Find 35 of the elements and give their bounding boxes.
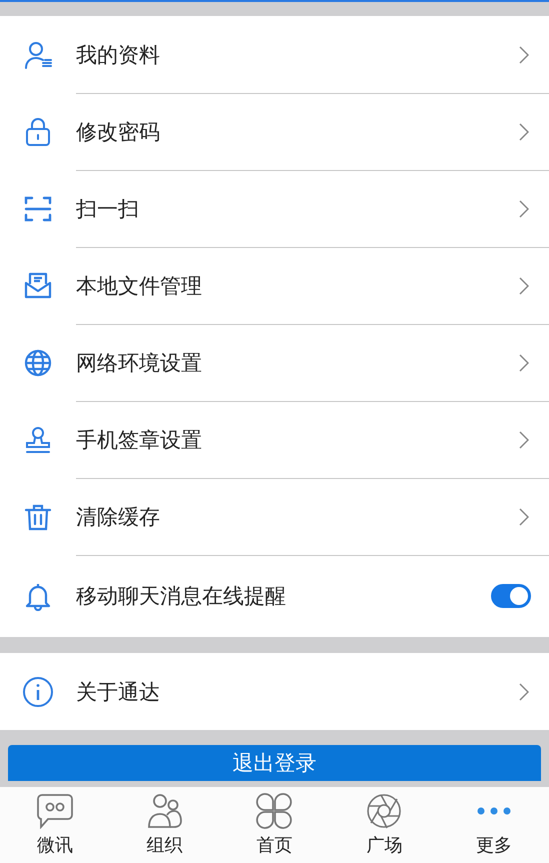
user-profile-icon — [23, 40, 53, 70]
tab-item[interactable]: 首页 — [220, 787, 330, 863]
chevron-right-icon[interactable] — [519, 122, 529, 140]
info-icon — [22, 676, 54, 708]
tab-item[interactable]: 组织 — [110, 787, 220, 863]
more-dots-icon — [476, 805, 512, 817]
setting-label[interactable]: 我的资料 — [76, 40, 519, 68]
inbox-icon — [23, 270, 53, 300]
people-icon — [146, 793, 183, 829]
chevron-right-icon[interactable] — [519, 430, 529, 448]
setting-label[interactable]: 本地文件管理 — [76, 272, 519, 300]
chevron-right-icon[interactable] — [519, 200, 529, 218]
setting-label[interactable]: 网络环境设置 — [76, 348, 519, 376]
setting-label[interactable]: 修改密码 — [76, 118, 519, 146]
tab-item[interactable]: 广场 — [329, 787, 440, 863]
chevron-right-icon[interactable] — [519, 276, 529, 294]
aperture-icon — [366, 793, 402, 829]
chevron-right-icon[interactable] — [519, 354, 529, 372]
logout-button[interactable]: 退出登录 — [8, 745, 541, 781]
four-petal-icon — [255, 792, 294, 830]
bell-icon — [23, 581, 53, 611]
toggle-switch[interactable] — [491, 584, 531, 608]
setting-label[interactable]: 扫一扫 — [76, 194, 519, 222]
setting-label[interactable]: 清除缓存 — [76, 502, 519, 530]
chevron-right-icon[interactable] — [519, 508, 529, 526]
setting-label[interactable]: 移动聊天消息在线提醒 — [76, 582, 491, 610]
lock-icon — [23, 116, 53, 146]
chat-bubble-icon — [36, 793, 74, 829]
tab-item[interactable]: 更多 — [439, 787, 549, 863]
stamp-icon — [23, 424, 53, 454]
globe-icon — [23, 348, 53, 378]
chevron-right-icon[interactable] — [519, 682, 529, 700]
chevron-right-icon[interactable] — [519, 46, 529, 64]
tab-item[interactable]: 微讯 — [0, 787, 110, 863]
setting-label[interactable]: 手机签章设置 — [76, 426, 519, 454]
